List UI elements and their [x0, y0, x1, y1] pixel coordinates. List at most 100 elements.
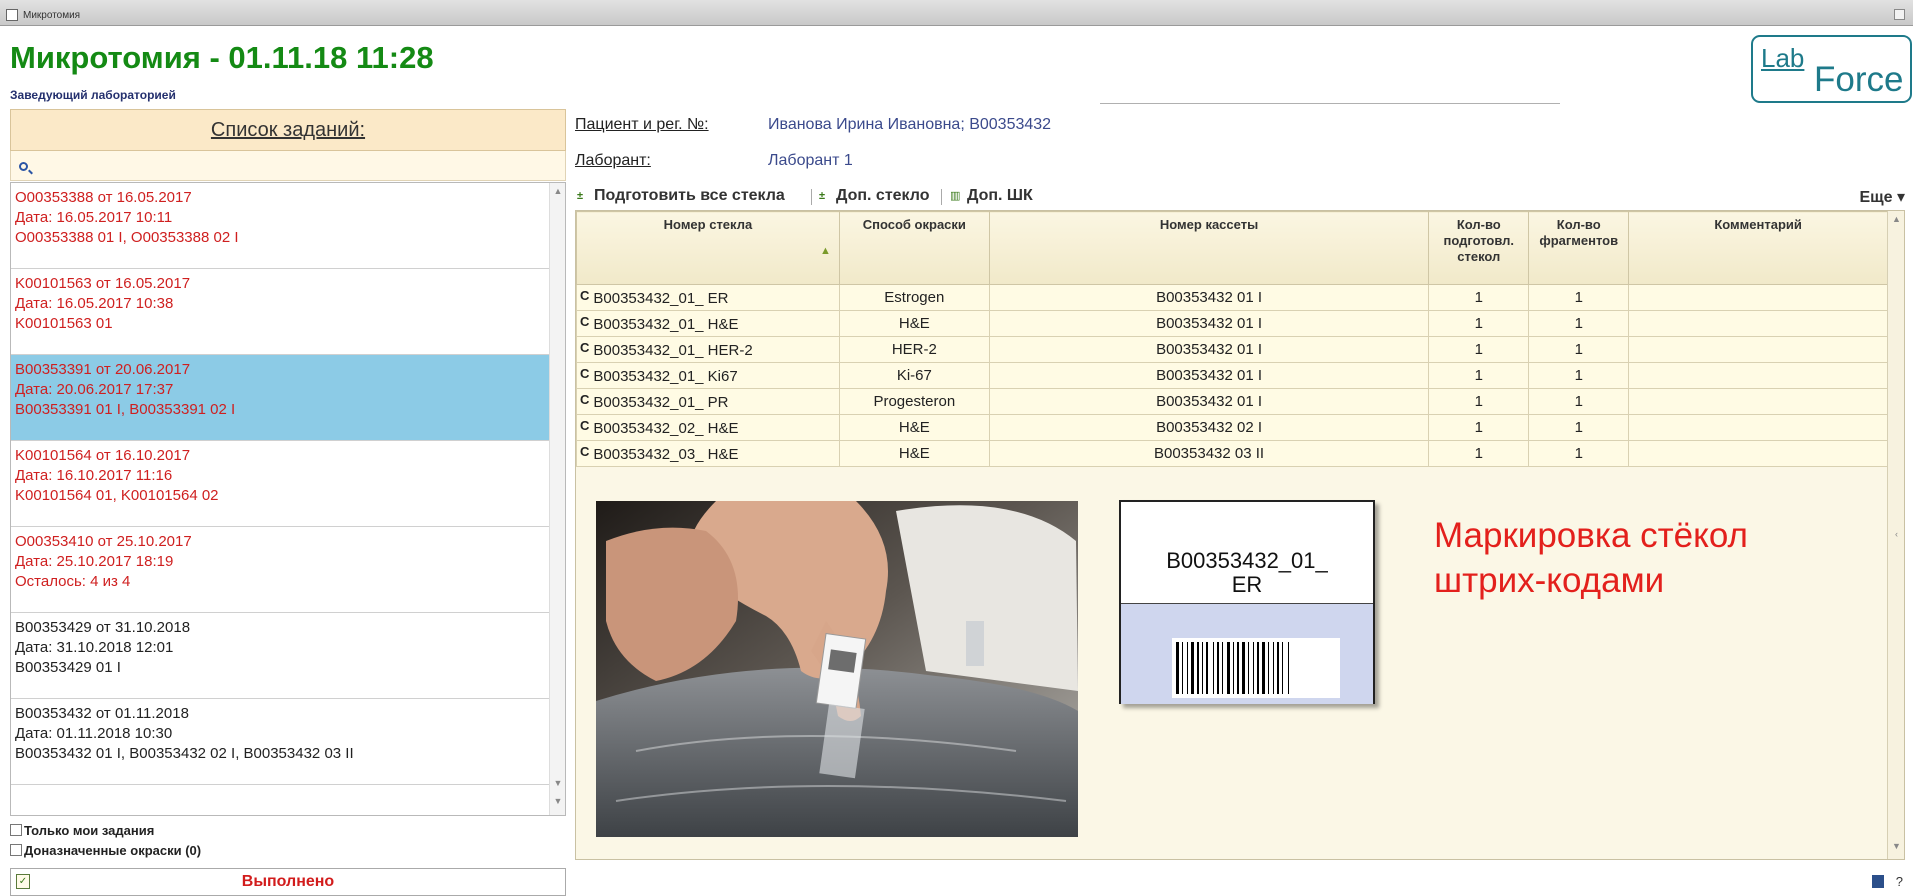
cell-cassette[interactable]: B00353432 01 I [988, 362, 1430, 389]
prepare-all-button[interactable]: ± Подготовить все стекла [577, 187, 785, 205]
task-list-title[interactable]: Список заданий: [10, 109, 566, 151]
task-list-item[interactable]: B00353432 от 01.11.2018 Дата: 01.11.2018 … [11, 699, 549, 785]
task-search[interactable] [10, 151, 566, 181]
patient-label[interactable]: Пациент и рег. №: [575, 116, 709, 134]
only-mine-checkbox[interactable]: Только мои задания [10, 823, 154, 838]
cell-fragments[interactable]: 1 [1528, 362, 1630, 389]
cell-cassette[interactable]: B00353432 01 I [988, 388, 1430, 415]
cell-comment[interactable] [1628, 388, 1888, 415]
cell-prepared[interactable]: 1 [1428, 336, 1530, 363]
task-list-item[interactable]: O00353388 от 16.05.2017 Дата: 16.05.2017 … [11, 183, 549, 269]
sort-ascending-icon[interactable]: ▲ [820, 243, 831, 259]
add-slide-button[interactable]: ± Доп. стекло [819, 187, 929, 205]
cell-fragments[interactable]: 1 [1528, 414, 1630, 441]
cell-cassette[interactable]: B00353432 02 I [988, 414, 1430, 441]
more-menu-button[interactable]: Еще ▾ [1859, 187, 1905, 207]
checkbox-icon[interactable] [10, 844, 22, 856]
column-header-prepared[interactable]: Кол-во подготовл. стекол [1428, 211, 1530, 285]
lab-label[interactable]: Лаборант: [575, 152, 651, 170]
cell-fragments[interactable]: 1 [1528, 310, 1630, 337]
checkbox-icon[interactable] [10, 824, 22, 836]
cell-slide[interactable]: C B00353432_01_ ER [576, 284, 840, 311]
cell-stain[interactable]: Ki-67 [838, 362, 990, 389]
cell-comment[interactable] [1628, 440, 1888, 467]
cell-prepared[interactable]: 1 [1428, 388, 1530, 415]
task-list[interactable]: O00353388 от 16.05.2017 Дата: 16.05.2017 … [10, 182, 566, 816]
cell-stain[interactable]: Progesteron [838, 388, 990, 415]
done-button[interactable]: ✓ Выполнено [10, 868, 566, 896]
cell-cassette[interactable]: B00353432 01 I [988, 336, 1430, 363]
slide-number: B00353432_01_ HER-2 [593, 342, 753, 359]
cell-slide[interactable]: C B00353432_01_ PR [576, 388, 840, 415]
cell-fragments[interactable]: 1 [1528, 440, 1630, 467]
export-icon[interactable] [1871, 875, 1884, 888]
scroll-up-icon[interactable]: ▲ [1891, 214, 1902, 224]
column-header-cassette[interactable]: Номер кассеты [988, 211, 1430, 285]
cell-slide[interactable]: C B00353432_01_ Ki67 [576, 362, 840, 389]
cell-comment[interactable] [1628, 336, 1888, 363]
search-icon[interactable] [19, 162, 28, 171]
task-list-item[interactable]: O00353410 от 25.10.2017 Дата: 25.10.2017 … [11, 527, 549, 613]
table-row[interactable]: C B00353432_01_ HER-2 HER-2 B00353432 01 I1… [576, 336, 1888, 363]
task-list-scrollbar[interactable]: ▲ ▼ ▼ [549, 183, 565, 815]
table-row[interactable]: C B00353432_01_ PR Progesteron B00353432 01… [576, 388, 1888, 415]
cell-comment[interactable] [1628, 362, 1888, 389]
column-header-stain[interactable]: Способ окраски [838, 211, 990, 285]
grid-scrollbar[interactable]: ▲ ‹ ▼ [1887, 211, 1904, 859]
column-header-fragments[interactable]: Кол-во фрагментов [1528, 211, 1630, 285]
cell-stain[interactable]: H&E [838, 310, 990, 337]
table-row[interactable]: C B00353432_03_ H&E H&E B00353432 03 II 1 1 [576, 440, 1888, 467]
cell-slide[interactable]: C B00353432_01_ HER-2 [576, 336, 840, 363]
cell-cassette[interactable]: B00353432 03 II [988, 440, 1430, 467]
cell-slide[interactable]: C B00353432_02_ H&E [576, 414, 840, 441]
cell-fragments[interactable]: 1 [1528, 336, 1630, 363]
cell-slide[interactable]: C B00353432_01_ H&E [576, 310, 840, 337]
cell-comment[interactable] [1628, 284, 1888, 311]
cell-prepared[interactable]: 1 [1428, 440, 1530, 467]
cell-fragments[interactable]: 1 [1528, 388, 1630, 415]
restore-window-icon[interactable] [1894, 9, 1905, 20]
cell-stain[interactable]: H&E [838, 440, 990, 467]
cell-fragments[interactable]: 1 [1528, 284, 1630, 311]
task-list-item[interactable]: B00353391 от 20.06.2017 Дата: 20.06.2017 … [11, 355, 549, 441]
cell-prepared[interactable]: 1 [1428, 310, 1530, 337]
add-icon: ± [819, 190, 826, 202]
window-titlebar: Микротомия [0, 0, 1913, 26]
column-header-comment[interactable]: Комментарий [1628, 211, 1888, 285]
extra-stains-checkbox[interactable]: Доназначенные окраски (0) [10, 843, 201, 858]
task-list-item[interactable]: K00101564 от 16.10.2017 Дата: 16.10.2017 … [11, 441, 549, 527]
cell-stain[interactable]: H&E [838, 414, 990, 441]
table-row[interactable]: C B00353432_01_ ER Estrogen B00353432 01 I1… [576, 284, 1888, 311]
barcode-bar [1242, 642, 1245, 694]
scroll-thumb-icon[interactable]: ‹ [1891, 529, 1902, 539]
table-row[interactable]: C B00353432_01_ Ki67 Ki-67 B00353432 01 I11 [576, 362, 1888, 389]
cell-comment[interactable] [1628, 310, 1888, 337]
cell-stain[interactable]: HER-2 [838, 336, 990, 363]
cell-slide[interactable]: C B00353432_03_ H&E [576, 440, 840, 467]
scroll-down-icon[interactable]: ▼ [1891, 841, 1902, 851]
cell-prepared[interactable]: 1 [1428, 362, 1530, 389]
task-item-line1: O00353410 от 25.10.2017 [15, 533, 192, 550]
cell-prepared[interactable]: 1 [1428, 414, 1530, 441]
add-barcode-button[interactable]: ▥ Доп. ШК [950, 187, 1033, 205]
help-icon[interactable]: ? [1896, 874, 1903, 889]
task-item-line1: B00353391 от 20.06.2017 [15, 361, 191, 378]
table-row[interactable]: C B00353432_02_ H&E H&E B00353432 02 I11 [576, 414, 1888, 441]
cell-cassette[interactable]: B00353432 01 I [988, 310, 1430, 337]
scroll-down-icon[interactable]: ▼ [553, 795, 563, 807]
cell-comment[interactable] [1628, 414, 1888, 441]
done-label: Выполнено [241, 873, 335, 890]
barcode-bar [1227, 642, 1230, 694]
scroll-down-icon[interactable]: ▼ [553, 777, 563, 789]
add-barcode-label: Доп. ШК [967, 187, 1033, 204]
task-list-item[interactable]: K00101563 от 16.05.2017 Дата: 16.05.2017 … [11, 269, 549, 355]
barcode-bar [1237, 642, 1239, 694]
cell-stain[interactable]: Estrogen [838, 284, 990, 311]
add-icon: ± [577, 190, 584, 202]
scroll-up-icon[interactable]: ▲ [553, 185, 563, 197]
task-list-item[interactable]: B00353429 от 31.10.2018 Дата: 31.10.2018 … [11, 613, 549, 699]
cell-cassette[interactable]: B00353432 01 I [988, 284, 1430, 311]
table-row[interactable]: C B00353432_01_ H&E H&E B00353432 01 I11 [576, 310, 1888, 337]
column-header-slide[interactable]: Номер стекла ▲ [576, 211, 840, 285]
cell-prepared[interactable]: 1 [1428, 284, 1530, 311]
